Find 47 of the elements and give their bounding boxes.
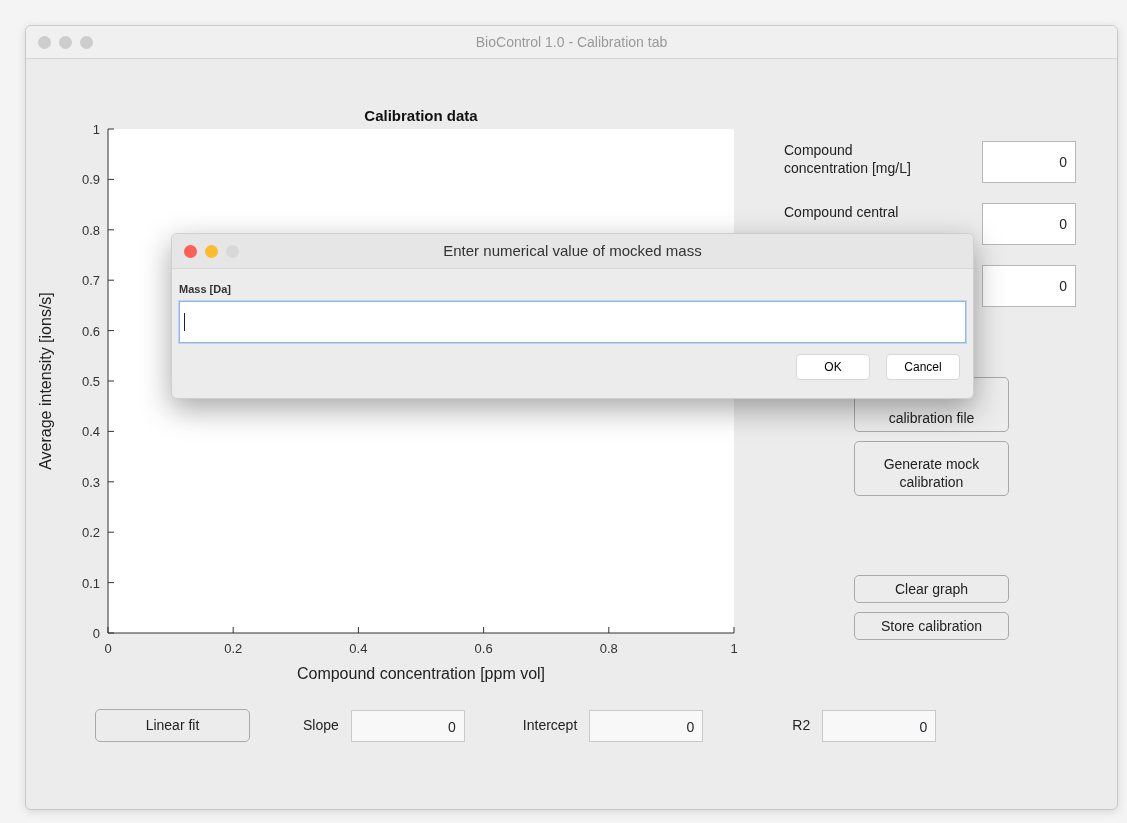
text-cursor bbox=[184, 312, 185, 331]
mass-field[interactable] bbox=[179, 300, 966, 343]
dialog-button[interactable]: OK bbox=[796, 353, 870, 380]
close-button[interactable] bbox=[184, 244, 197, 258]
value-field: 0 bbox=[822, 709, 937, 742]
zoom-button[interactable] bbox=[80, 35, 93, 49]
tick-label: 0 bbox=[104, 641, 112, 656]
dialog-button[interactable]: Cancel bbox=[886, 353, 960, 380]
tick-label: 0.4 bbox=[349, 641, 368, 656]
tick-label: 0 bbox=[92, 626, 100, 641]
tick-label: 0.6 bbox=[474, 641, 493, 656]
field-label: Mass [Da] bbox=[179, 282, 231, 297]
chart-title: Calibration data bbox=[364, 107, 478, 124]
axis-label: Compound concentration [ppm vol] bbox=[296, 665, 546, 682]
tick-label: 1 bbox=[92, 122, 100, 137]
field-label: Slope bbox=[303, 716, 339, 735]
tick-label: 0.9 bbox=[81, 172, 100, 188]
field-label: R2 bbox=[792, 716, 811, 735]
action-button[interactable]: Generate mock calibration bbox=[854, 441, 1009, 496]
field-label: Intercept bbox=[522, 716, 578, 735]
action-button[interactable]: Store calibration bbox=[854, 612, 1009, 641]
tick-label: 0.3 bbox=[81, 474, 100, 490]
field-label: Compound central bbox=[784, 203, 899, 222]
tick-label: 0.2 bbox=[224, 641, 243, 656]
tick-label: 0.5 bbox=[81, 374, 100, 389]
dialog-title: Enter numerical value of mocked mass bbox=[442, 240, 703, 261]
value-field[interactable]: 0 bbox=[982, 203, 1076, 245]
tick-label: 0.7 bbox=[81, 273, 100, 289]
value-field[interactable]: 0 bbox=[982, 141, 1076, 183]
value-field[interactable]: 0 bbox=[982, 265, 1076, 307]
action-button[interactable]: Clear graph bbox=[854, 575, 1009, 604]
value-field: 0 bbox=[350, 709, 465, 742]
linear-fit-button[interactable]: Linear fit bbox=[95, 709, 250, 742]
field-label: Compound concentration [mg/L] bbox=[784, 141, 912, 178]
tick-label: 0.1 bbox=[81, 575, 100, 591]
window-title: BioControl 1.0 - Calibration tab bbox=[474, 32, 669, 52]
tick-label: 1 bbox=[730, 641, 738, 656]
minimize-button[interactable] bbox=[59, 35, 72, 49]
tick-label: 0.8 bbox=[81, 222, 100, 238]
tick-label: 0.2 bbox=[81, 525, 100, 541]
tick-label: 0.8 bbox=[599, 641, 618, 656]
tick-label: 0.4 bbox=[81, 424, 100, 440]
tick-label: 0.6 bbox=[81, 323, 100, 339]
close-button[interactable] bbox=[38, 35, 51, 49]
value-field: 0 bbox=[589, 709, 704, 742]
axis-label: Average intensity [ions/s] bbox=[37, 292, 54, 470]
minimize-button[interactable] bbox=[205, 244, 218, 258]
